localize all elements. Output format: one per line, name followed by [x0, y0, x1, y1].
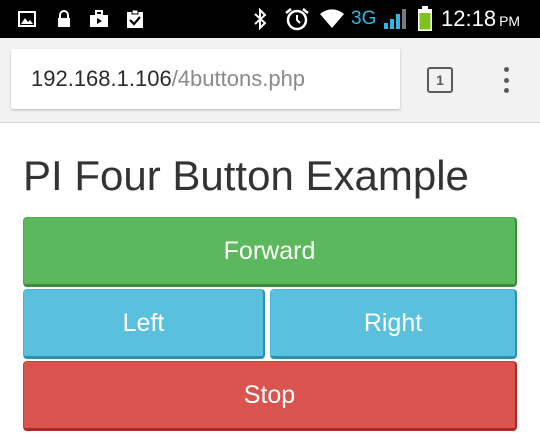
- clipboard-check-icon: [124, 0, 146, 38]
- clock: 12:18 PM: [441, 4, 520, 34]
- tab-switcher-button[interactable]: 1: [427, 67, 453, 93]
- url-path: /4buttons.php: [171, 66, 306, 91]
- briefcase-icon: [88, 0, 110, 38]
- bluetooth-icon: [250, 0, 270, 38]
- clock-ampm: PM: [499, 13, 521, 29]
- overflow-menu-icon[interactable]: [497, 64, 515, 96]
- page-title: PI Four Button Example: [23, 152, 469, 199]
- url-host: 192.168.1.106: [31, 66, 172, 91]
- battery-icon: [416, 0, 434, 38]
- signal-icon: [382, 0, 408, 38]
- wifi-icon: [318, 0, 346, 38]
- stop-button[interactable]: Stop: [23, 361, 517, 431]
- lock-icon: [56, 0, 72, 38]
- alarm-icon: [282, 0, 312, 38]
- left-button[interactable]: Left: [23, 289, 265, 359]
- browser-toolbar: 192.168.1.106/4buttons.php 1: [0, 38, 540, 123]
- url-bar[interactable]: 192.168.1.106/4buttons.php: [11, 49, 400, 109]
- image-icon: [16, 0, 38, 38]
- status-bar: 3G 12:18 PM: [0, 0, 540, 38]
- clock-time: 12:18: [441, 6, 497, 31]
- forward-button[interactable]: Forward: [23, 217, 517, 287]
- right-button[interactable]: Right: [270, 289, 517, 359]
- network-type: 3G: [351, 8, 377, 29]
- tab-count: 1: [436, 72, 444, 88]
